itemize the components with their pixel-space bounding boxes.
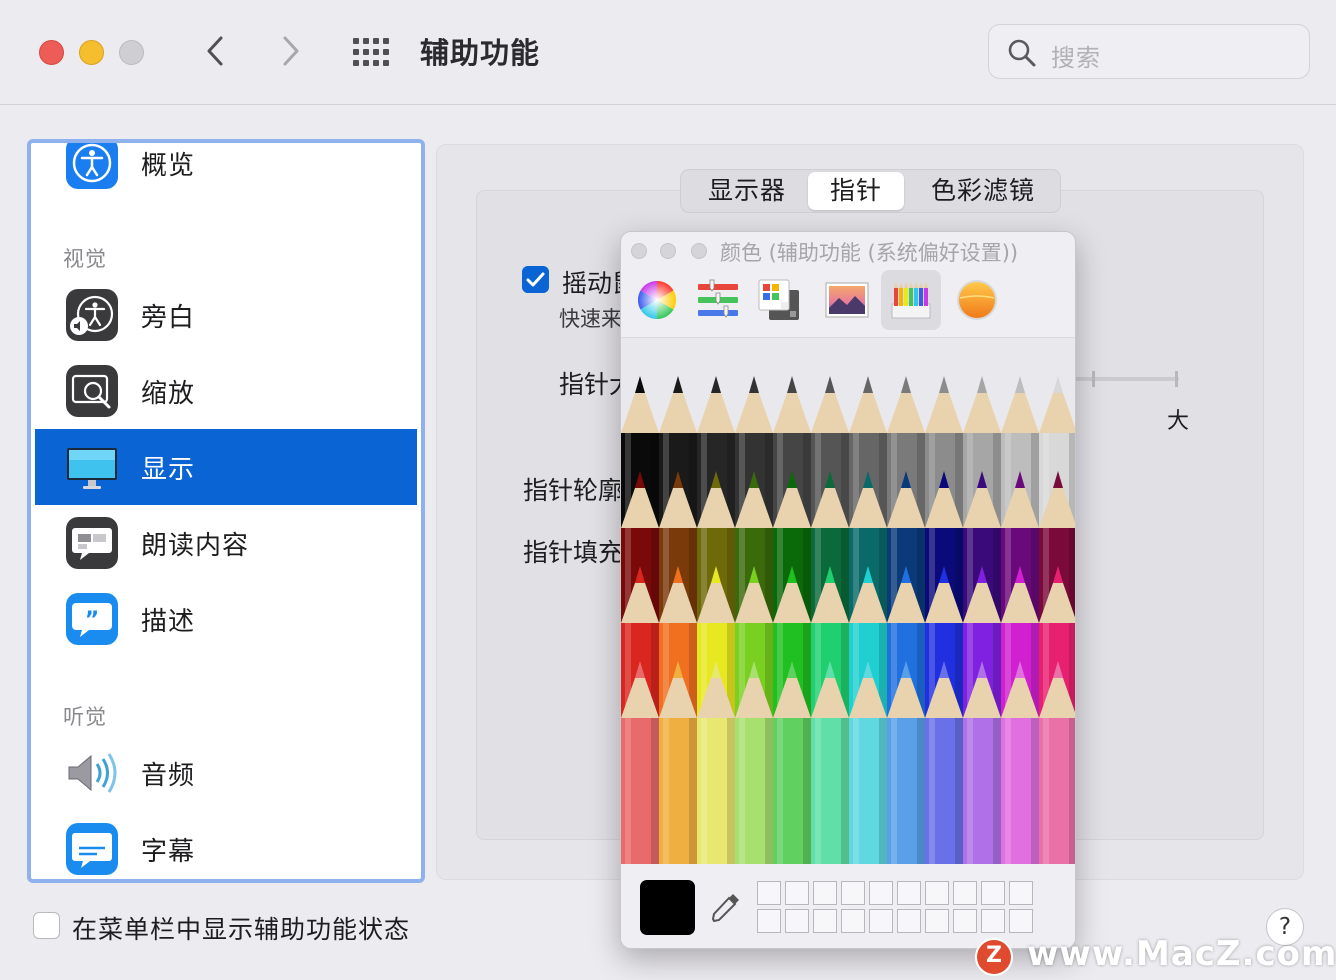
pencils-mode-button[interactable] (881, 270, 941, 330)
slider-tick (1175, 371, 1178, 387)
favorite-color-slot[interactable] (813, 909, 837, 933)
back-arrow-icon[interactable] (198, 33, 234, 69)
section-header-hearing: 听觉 (63, 705, 107, 729)
favorite-color-slot[interactable] (841, 881, 865, 905)
favorite-color-slot[interactable] (953, 881, 977, 905)
shake-to-locate-description: 快速来 (559, 307, 622, 331)
color-palettes-mode-button[interactable] (749, 270, 809, 330)
favorite-color-slot[interactable] (981, 881, 1005, 905)
sunset-orb-icon (957, 280, 997, 320)
pencils-icon (891, 282, 931, 319)
watermark-logo: Z (975, 938, 1013, 976)
color-panel-bottom (621, 864, 1075, 948)
show-in-menu-bar-checkbox[interactable] (33, 912, 60, 939)
favorite-color-slot[interactable] (925, 881, 949, 905)
close-window-button[interactable] (631, 243, 647, 259)
sidebar-item-label: 概览 (141, 151, 196, 181)
show-in-menu-bar-label: 在菜单栏中显示辅助功能状态 (72, 915, 411, 944)
search-icon (1008, 39, 1036, 67)
color-orb-mode-button[interactable] (947, 270, 1007, 330)
image-palettes-mode-button[interactable] (817, 270, 877, 330)
tab-pointer[interactable]: 指针 (808, 172, 904, 210)
favorite-color-slot[interactable] (869, 881, 893, 905)
sidebar-item-label: 显示 (141, 455, 196, 485)
accessibility-icon (66, 143, 118, 189)
shake-to-locate-checkbox[interactable] (522, 266, 549, 293)
color-picker-window[interactable]: 颜色 (辅助功能 (系统偏好设置)) (620, 231, 1076, 949)
tab-display[interactable]: 显示器 (685, 172, 809, 210)
forward-arrow-icon[interactable] (272, 33, 308, 69)
minimize-window-button[interactable] (79, 40, 104, 65)
slider-tick (1092, 371, 1095, 387)
current-color-swatch[interactable] (640, 880, 695, 935)
watermark-text: www.MacZ.com (1027, 934, 1336, 974)
minimize-window-button[interactable] (660, 243, 676, 259)
pointer-outline-label: 指针轮廓 (523, 476, 624, 505)
favorite-color-slot[interactable] (757, 909, 781, 933)
sidebar-item-audio[interactable]: 音频 (35, 735, 417, 811)
color-sliders-icon (698, 279, 738, 318)
sidebar-item-captions[interactable]: 字幕 (35, 811, 417, 879)
sidebar-item-zoom[interactable]: 缩放 (35, 353, 417, 429)
title-bar: 辅助功能 搜索 (0, 0, 1336, 105)
zoom-icon (66, 365, 118, 417)
favorite-color-slot[interactable] (1009, 881, 1033, 905)
zoom-window-button[interactable] (691, 243, 707, 259)
pointer-size-slider[interactable] (1075, 377, 1179, 381)
show-all-grid-icon[interactable] (352, 37, 390, 67)
speech-bubble-icon (66, 517, 118, 569)
favorite-color-slot[interactable] (981, 909, 1005, 933)
favorite-color-slot[interactable] (897, 909, 921, 933)
sidebar-item-label: 音频 (141, 761, 196, 791)
sidebar-item-label: 字幕 (141, 837, 196, 867)
eyedropper-icon[interactable] (709, 890, 743, 924)
window-title: 辅助功能 (420, 36, 541, 70)
color-wheel-mode-button[interactable] (627, 270, 687, 330)
sidebar-item-label: 描述 (141, 607, 196, 637)
svg-text:”: ” (85, 608, 99, 633)
quote-bubble-icon: ” (66, 593, 118, 645)
favorite-color-slot[interactable] (757, 881, 781, 905)
color-wheel-icon (637, 280, 677, 320)
search-placeholder: 搜索 (1051, 44, 1101, 72)
favorite-color-slot[interactable] (785, 881, 809, 905)
sidebar-item-spoken-content[interactable]: 朗读内容 (35, 505, 417, 581)
tab-color-filters[interactable]: 色彩滤镜 (909, 172, 1057, 210)
favorite-color-slot[interactable] (785, 909, 809, 933)
sidebar[interactable]: 概览 视觉 旁白 缩放 显示 朗读内容 ” 描述 听觉 音频 字幕 (27, 139, 425, 883)
voiceover-icon (66, 289, 118, 341)
speaker-icon (68, 753, 117, 793)
favorite-color-slot[interactable] (1009, 909, 1033, 933)
favorite-color-slot[interactable] (841, 909, 865, 933)
sidebar-item-label: 旁白 (141, 303, 196, 333)
sidebar-item-descriptions[interactable]: ” 描述 (35, 581, 417, 657)
favorite-color-slot[interactable] (869, 909, 893, 933)
pointer-fill-label: 指针填充 (523, 538, 624, 567)
sidebar-item-label: 朗读内容 (141, 531, 250, 561)
sidebar-item-overview[interactable]: 概览 (35, 143, 417, 201)
color-palettes-icon (758, 279, 799, 320)
pointer-size-max-label: 大 (1167, 409, 1190, 434)
color-sliders-mode-button[interactable] (688, 270, 748, 330)
segmented-tabs[interactable]: 显示器 指针 色彩滤镜 (680, 169, 1061, 213)
favorite-color-slot[interactable] (813, 881, 837, 905)
close-window-button[interactable] (39, 40, 64, 65)
pencil-grid[interactable] (621, 338, 1076, 865)
favorite-color-slot[interactable] (897, 881, 921, 905)
sidebar-item-label: 缩放 (141, 379, 196, 409)
section-header-vision: 视觉 (63, 247, 107, 271)
image-palettes-icon (825, 282, 869, 318)
color-panel-title: 颜色 (辅助功能 (系统偏好设置)) (720, 241, 1019, 265)
sidebar-item-display[interactable]: 显示 (35, 429, 417, 505)
favorite-color-slot[interactable] (925, 909, 949, 933)
search-field[interactable]: 搜索 (988, 24, 1310, 79)
captions-icon (66, 823, 118, 875)
display-monitor-icon (67, 448, 117, 489)
pencil-palette[interactable] (621, 337, 1076, 865)
zoom-window-button[interactable] (119, 40, 144, 65)
sidebar-item-voiceover[interactable]: 旁白 (35, 277, 417, 353)
favorite-color-slot[interactable] (953, 909, 977, 933)
